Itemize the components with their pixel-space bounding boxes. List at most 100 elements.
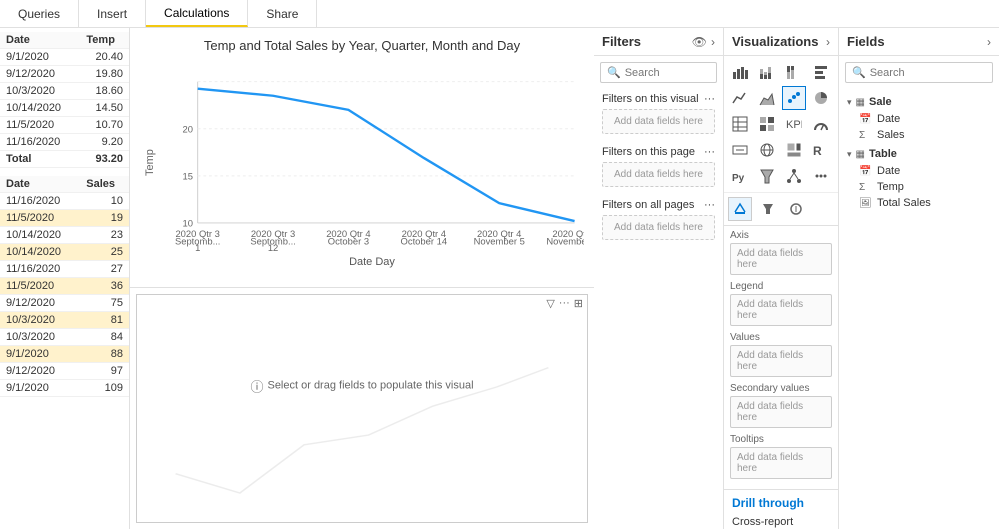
viz-card-icon[interactable] [728, 138, 752, 162]
fields-search-input[interactable] [870, 67, 977, 79]
svg-text:10: 10 [183, 218, 193, 229]
filter-section-all-title: Filters on all pages ··· [602, 199, 715, 211]
viz-gauge-icon[interactable] [809, 112, 833, 136]
table2-date-cell: 10/3/2020 [0, 329, 80, 346]
filters-search-input[interactable] [625, 67, 707, 79]
fields-panel: Fields › 🔍 ▾ ▦ Sale 📅 Date Σ Sales ▾ ▦ T… [839, 28, 999, 529]
filters-chevron-icon[interactable]: › [711, 35, 715, 49]
field-type-icon: 🖼 [859, 198, 873, 209]
viz-properties: Axis Add data fields here Legend Add dat… [724, 225, 838, 489]
viz-map-icon[interactable] [755, 138, 779, 162]
filter-section-page-title: Filters on this page ··· [602, 146, 715, 158]
field-item[interactable]: Σ Temp [839, 179, 999, 195]
viz-horiz-bar-icon[interactable] [809, 60, 833, 84]
table2-date-cell: 10/3/2020 [0, 312, 80, 329]
field-item-label: Date [877, 165, 900, 177]
table2-sales-cell: 10 [80, 193, 129, 210]
fields-title: Fields [847, 34, 885, 49]
viz-header: Visualizations › [724, 28, 838, 56]
viz-bar-chart-icon[interactable] [728, 60, 752, 84]
filters-eye-icon[interactable]: 👁 [692, 35, 707, 49]
second-visual[interactable]: ▽ ··· ⊞ ⓘ Select or drag fields to popul… [136, 294, 588, 523]
prop-legend-label: Legend [730, 281, 832, 292]
viz-treemap-icon[interactable] [782, 138, 806, 162]
field-item[interactable]: 📅 Date [839, 111, 999, 127]
table2-date-header: Date [0, 176, 80, 193]
viz-py-icon[interactable]: Py [728, 164, 752, 188]
field-item[interactable]: 📅 Date [839, 163, 999, 179]
table2-date-cell: 9/12/2020 [0, 363, 80, 380]
svg-text:Py: Py [732, 173, 745, 184]
viz-scatter-icon[interactable] [782, 86, 806, 110]
viz-chevron-icon[interactable]: › [826, 35, 830, 49]
expand-icon[interactable]: ⊞ [574, 297, 583, 310]
viz-ellipsis-icon[interactable] [809, 164, 833, 188]
table2-date-cell: 11/5/2020 [0, 278, 80, 295]
filter-drop-zone-all[interactable]: Add data fields here [602, 215, 715, 240]
table-row: 11/16/202027 [0, 261, 129, 278]
ellipsis-icon[interactable]: ··· [559, 297, 570, 310]
viz-stacked-bar-icon[interactable] [755, 60, 779, 84]
axis-analytics-icon[interactable] [784, 197, 808, 221]
fields-search-icon: 🔍 [852, 66, 866, 79]
field-item-label: Total Sales [877, 197, 931, 209]
field-group-header[interactable]: ▾ ▦ Table [839, 145, 999, 163]
table1-temp-cell: 18.60 [80, 83, 129, 100]
table2-date-cell: 10/14/2020 [0, 227, 80, 244]
chart-title: Temp and Total Sales by Year, Quarter, M… [140, 38, 584, 53]
viz-line-icon[interactable] [728, 86, 752, 110]
prop-legend-drop[interactable]: Add data fields here [730, 294, 832, 326]
viz-decomp-icon[interactable] [782, 164, 806, 188]
field-group-header[interactable]: ▾ ▦ Sale [839, 93, 999, 111]
prop-values-drop[interactable]: Add data fields here [730, 345, 832, 377]
filter-drop-zone-page[interactable]: Add data fields here [602, 162, 715, 187]
field-group: ▾ ▦ Sale 📅 Date Σ Sales [839, 93, 999, 143]
viz-r-icon[interactable]: R [809, 138, 833, 162]
tab-queries[interactable]: Queries [0, 0, 79, 27]
prop-axis-drop[interactable]: Add data fields here [730, 243, 832, 275]
prop-secondary-drop[interactable]: Add data fields here [730, 396, 832, 428]
field-item[interactable]: Σ Sales [839, 127, 999, 143]
tab-share[interactable]: Share [248, 0, 317, 27]
fields-search-box[interactable]: 🔍 [845, 62, 993, 83]
field-type-icon: 📅 [859, 166, 873, 177]
filter-section-page: Filters on this page ··· Add data fields… [594, 142, 723, 195]
chart-svg-wrap: 10 15 20 2020 Qtr 3 Septomb... 1 2020 Qt… [160, 57, 584, 268]
chart-line [198, 89, 575, 221]
viz-matrix-icon[interactable] [755, 112, 779, 136]
filters-header: Filters 👁 › [594, 28, 723, 56]
table1-date-cell: 9/1/2020 [0, 49, 80, 66]
filter-more-icon[interactable]: ··· [704, 93, 715, 105]
viz-table-icon[interactable] [728, 112, 752, 136]
fields-chevron-icon[interactable]: › [987, 35, 991, 49]
chart-container: Temp 10 15 20 [140, 57, 584, 268]
table1-date-header: Date [0, 32, 80, 49]
viz-100-bar-icon[interactable] [782, 60, 806, 84]
table1-date-cell: 10/3/2020 [0, 83, 80, 100]
prop-tooltips: Tooltips Add data fields here [730, 434, 832, 479]
filters-search-box[interactable]: 🔍 [600, 62, 717, 83]
left-panel: Date Temp 9/1/202020.409/12/202019.8010/… [0, 28, 130, 529]
filter-all-more-icon[interactable]: ··· [704, 199, 715, 211]
tab-insert[interactable]: Insert [79, 0, 146, 27]
x-axis-label: Date Day [160, 256, 584, 268]
viz-kpi-icon[interactable]: KPI [782, 112, 806, 136]
table-row: 11/5/202036 [0, 278, 129, 295]
viz-area-icon[interactable] [755, 86, 779, 110]
filters-panel: Filters 👁 › 🔍 Filters on this visual ···… [594, 28, 724, 529]
table-row: 9/1/202020.40 [0, 49, 129, 66]
chart-area: Temp and Total Sales by Year, Quarter, M… [130, 28, 594, 288]
filter-drop-zone-visual[interactable]: Add data fields here [602, 109, 715, 134]
chevron-down-icon: ▾ [847, 149, 852, 160]
filter-page-more-icon[interactable]: ··· [704, 146, 715, 158]
tab-calculations[interactable]: Calculations [146, 0, 248, 27]
field-item[interactable]: 🖼 Total Sales [839, 195, 999, 211]
axis-filter-icon[interactable] [756, 197, 780, 221]
field-type-icon: 📅 [859, 114, 873, 125]
prop-tooltips-drop[interactable]: Add data fields here [730, 447, 832, 479]
filter-icon[interactable]: ▽ [546, 297, 554, 310]
axis-paint-icon[interactable] [728, 197, 752, 221]
viz-funnel-icon[interactable] [755, 164, 779, 188]
table1: Date Temp 9/1/202020.409/12/202019.8010/… [0, 32, 129, 168]
viz-pie-icon[interactable] [809, 86, 833, 110]
